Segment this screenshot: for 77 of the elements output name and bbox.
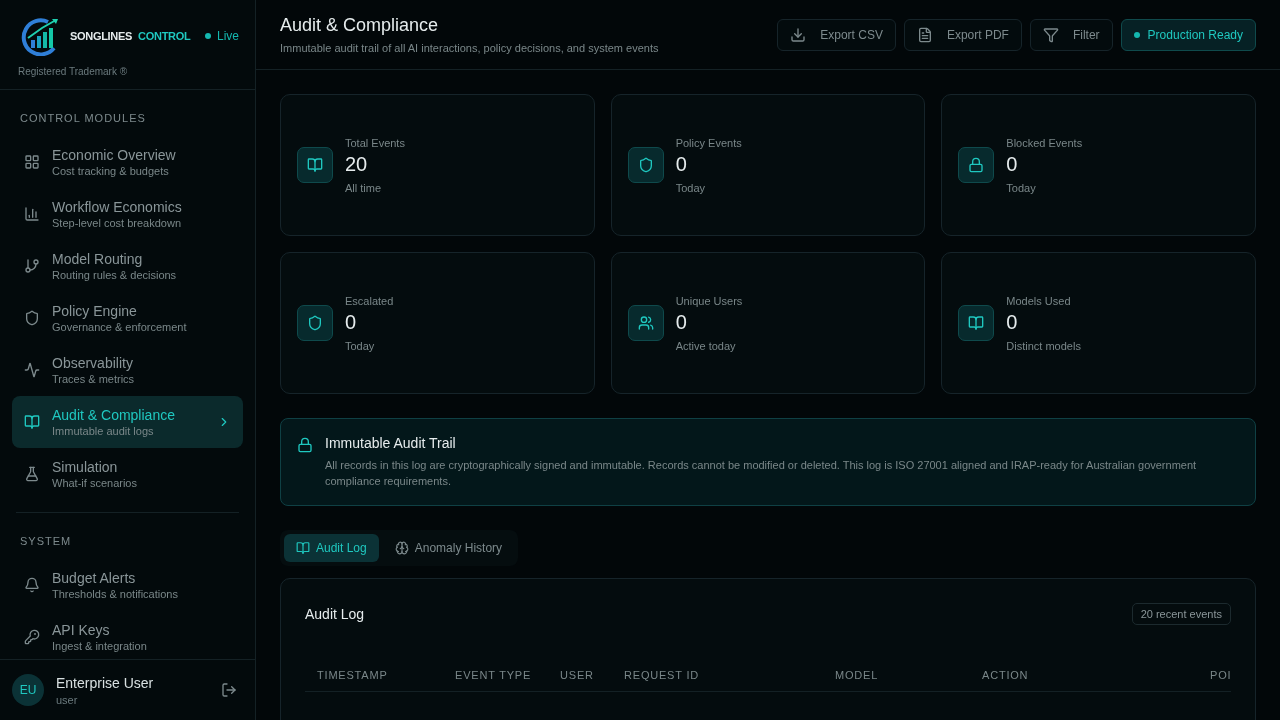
shield-icon bbox=[307, 315, 323, 331]
stat-caption: Today bbox=[345, 339, 376, 352]
column-header: TIMESTAMP bbox=[317, 669, 389, 681]
lock-icon bbox=[297, 437, 313, 453]
column-header: ACTION bbox=[982, 669, 1030, 681]
brain-icon bbox=[394, 541, 409, 555]
brand-name: SONGLINES bbox=[70, 30, 133, 42]
book-icon bbox=[968, 315, 985, 331]
stat-value: 0 bbox=[1006, 310, 1019, 334]
section-heading: SYSTEM bbox=[19, 534, 73, 549]
stat-label: Escalated bbox=[345, 294, 394, 307]
branch-icon bbox=[24, 258, 40, 274]
lock-icon bbox=[968, 157, 985, 173]
tab[interactable]: Audit Log bbox=[284, 534, 379, 562]
toolbar-button[interactable]: Export PDF bbox=[903, 18, 1022, 51]
stat-label: Blocked Events bbox=[1006, 136, 1083, 149]
user-avatar: EU bbox=[12, 674, 44, 706]
nav-item[interactable]: Economic Overview Cost tracking & budgets bbox=[12, 136, 243, 188]
grid-icon bbox=[24, 154, 40, 170]
notice-text: All records in this log are cryptographically signed and immutable. Records cannot be modified or deleted. This log is ISO 27001 aligned and IRAP-ready for Australian government compliance requirements. bbox=[325, 458, 1198, 489]
shield-icon bbox=[637, 157, 654, 173]
user-name: Enterprise User bbox=[56, 674, 154, 691]
section-heading: CONTROL MODULES bbox=[19, 111, 147, 126]
filter-icon bbox=[1042, 26, 1059, 43]
book-icon bbox=[296, 541, 310, 555]
stat-caption: Today bbox=[675, 181, 706, 194]
toolbar-button[interactable]: Filter bbox=[1029, 18, 1113, 51]
document-icon bbox=[916, 26, 933, 43]
shield-icon bbox=[24, 310, 40, 326]
stat-caption: Active today bbox=[675, 339, 737, 352]
nav-item[interactable]: Model Routing Routing rules & decisions bbox=[12, 240, 243, 292]
stat-value: 0 bbox=[675, 310, 688, 334]
bell-icon bbox=[24, 577, 40, 593]
table-title: Audit Log bbox=[305, 606, 365, 622]
live-status: Live bbox=[205, 29, 239, 43]
flask-icon bbox=[24, 466, 40, 482]
logout-icon[interactable] bbox=[221, 682, 237, 698]
stat-label: Models Used bbox=[1006, 294, 1072, 307]
stat-label: Policy Events bbox=[675, 136, 742, 149]
book-icon bbox=[307, 157, 323, 173]
download-icon bbox=[790, 26, 807, 43]
nav-item[interactable]: Observability Traces & metrics bbox=[12, 344, 243, 396]
brand-name: CONTROL bbox=[138, 30, 191, 42]
column-header: MODEL bbox=[835, 669, 880, 681]
users-icon bbox=[637, 315, 654, 331]
tab[interactable]: Anomaly History bbox=[382, 534, 515, 562]
stat-value: 0 bbox=[675, 152, 688, 176]
nav-item[interactable]: Policy Engine Governance & enforcement bbox=[12, 292, 243, 344]
user-role: user bbox=[56, 693, 79, 706]
stat-caption: Distinct models bbox=[1006, 339, 1081, 352]
column-header: REQUEST ID bbox=[624, 669, 701, 681]
toolbar-button[interactable]: Export CSV bbox=[777, 18, 896, 51]
stat-value: 20 bbox=[345, 152, 369, 176]
stat-caption: All time bbox=[345, 181, 383, 194]
stat-caption: Today bbox=[1006, 181, 1037, 194]
column-header: USER bbox=[560, 669, 595, 681]
column-header: POI bbox=[1210, 669, 1231, 681]
pulse-icon bbox=[24, 362, 40, 378]
bar-chart-icon bbox=[24, 206, 40, 222]
nav-item[interactable]: Budget Alerts Thresholds & notifications bbox=[12, 559, 243, 611]
page-subtitle: Immutable audit trail of all AI interactions, policy decisions, and system events bbox=[280, 42, 659, 54]
nav-item[interactable]: Simulation What-if scenarios bbox=[12, 448, 243, 500]
notice-title: Immutable Audit Trail bbox=[325, 435, 457, 451]
stat-label: Total Events bbox=[345, 136, 405, 149]
book-icon bbox=[24, 414, 40, 430]
stat-label: Unique Users bbox=[675, 294, 743, 307]
page-title: Audit & Compliance bbox=[280, 15, 440, 36]
column-header: EVENT TYPE bbox=[455, 669, 533, 681]
stat-value: 0 bbox=[345, 310, 358, 334]
status-badge: Production Ready bbox=[1120, 18, 1256, 51]
nav-item[interactable]: Workflow Economics Step-level cost breakdown bbox=[12, 188, 243, 240]
event-count: 20 recent events bbox=[1131, 603, 1231, 625]
key-icon bbox=[24, 629, 40, 645]
trademark-note: Registered Trademark ® bbox=[18, 66, 129, 77]
nav-item[interactable]: API Keys Ingest & integration bbox=[12, 611, 243, 659]
nav-item[interactable]: Audit & Compliance Immutable audit logs bbox=[12, 396, 243, 448]
stat-value: 0 bbox=[1006, 152, 1019, 176]
